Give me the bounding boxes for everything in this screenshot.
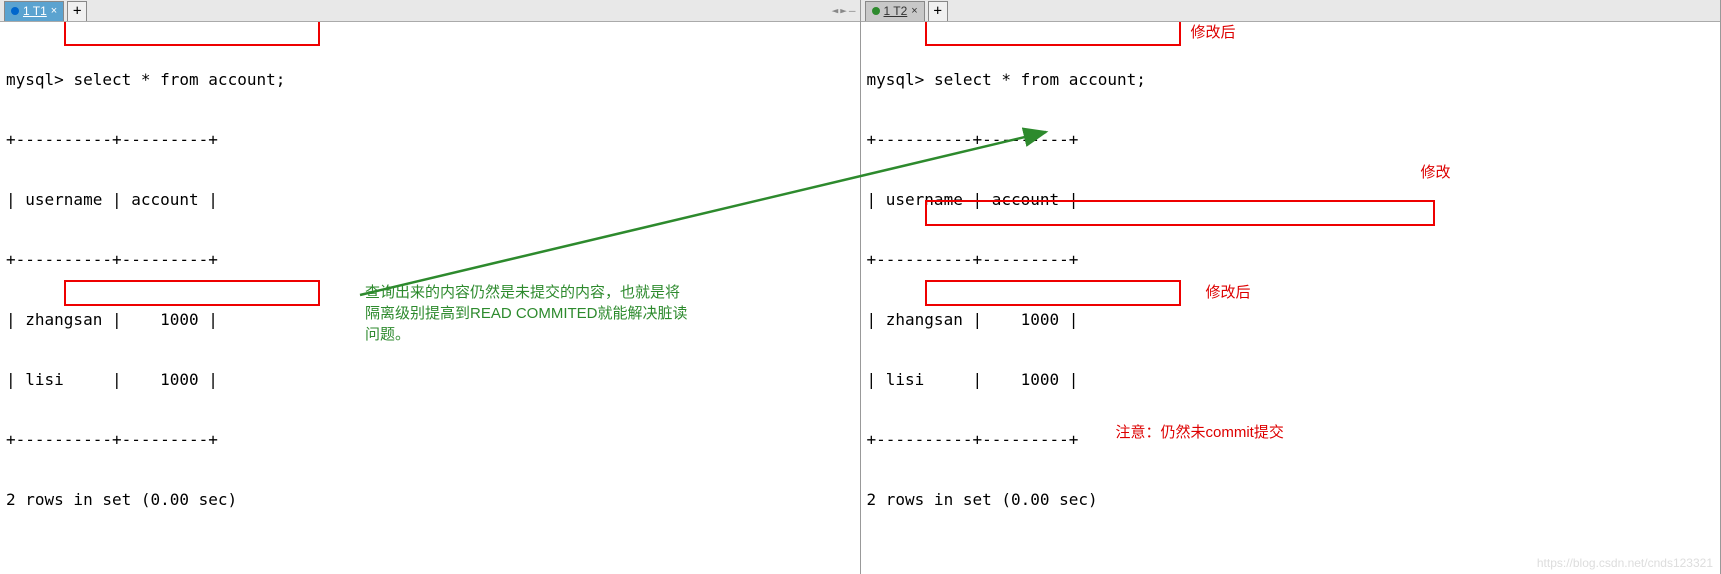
nav-arrows: ◄ ► – xyxy=(832,4,856,17)
highlight-box xyxy=(925,22,1181,46)
tab-dot-icon xyxy=(872,7,880,15)
right-pane: 1 T2 × + mysql> select * from account; +… xyxy=(861,0,1721,574)
table-row: | lisi | 1000 | xyxy=(6,370,854,390)
close-icon[interactable]: × xyxy=(911,5,917,17)
tab-dot-icon xyxy=(11,7,19,15)
prompt: mysql> xyxy=(6,70,64,89)
query-text: select * from account; xyxy=(934,70,1146,89)
table-divider: +----------+---------+ xyxy=(867,250,1715,270)
annotation-red: 修改后 xyxy=(1191,24,1236,43)
table-header: | username | account | xyxy=(6,190,854,210)
annotation-red: 修改 xyxy=(1421,164,1451,183)
table-row: | lisi | 1000 | xyxy=(867,370,1715,390)
annotation-red: 修改后 xyxy=(1206,284,1251,303)
table-divider: +----------+---------+ xyxy=(6,250,854,270)
left-pane: 1 T1 × + ◄ ► – mysql> select * from acco… xyxy=(0,0,861,574)
table-divider: +----------+---------+ xyxy=(867,430,1715,450)
highlight-box xyxy=(64,280,320,306)
tab-label: 1 T1 xyxy=(23,4,47,18)
new-tab-button[interactable]: + xyxy=(928,1,948,21)
highlight-box xyxy=(925,280,1181,306)
table-header: | username | account | xyxy=(867,190,1715,210)
annotation-red: 注意：仍然未commit提交 xyxy=(1116,424,1284,443)
query-text: select * from account; xyxy=(73,70,285,89)
tab-t1[interactable]: 1 T1 × xyxy=(4,1,64,21)
tab-label: 1 T2 xyxy=(884,4,908,18)
result-footer: 2 rows in set (0.00 sec) xyxy=(867,490,1715,510)
annotation-green: 查询出来的内容仍然是未提交的内容，也就是将 隔离级别提高到READ COMMIT… xyxy=(365,282,688,345)
table-divider: +----------+---------+ xyxy=(867,130,1715,150)
prompt: mysql> xyxy=(867,70,925,89)
left-terminal[interactable]: mysql> select * from account; +---------… xyxy=(0,22,860,574)
watermark: https://blog.csdn.net/cnds123321 xyxy=(1537,556,1713,570)
close-icon[interactable]: × xyxy=(51,5,57,17)
next-tab-icon[interactable]: ► xyxy=(840,4,847,17)
left-tabbar: 1 T1 × + ◄ ► – xyxy=(0,0,860,22)
tab-t2[interactable]: 1 T2 × xyxy=(865,1,925,21)
highlight-box xyxy=(64,22,320,46)
right-terminal[interactable]: mysql> select * from account; +---------… xyxy=(861,22,1721,574)
prev-tab-icon[interactable]: ◄ xyxy=(832,4,839,17)
table-row: | zhangsan | 1000 | xyxy=(867,310,1715,330)
minimize-icon[interactable]: – xyxy=(849,4,856,17)
table-divider: +----------+---------+ xyxy=(6,430,854,450)
right-tabbar: 1 T2 × + xyxy=(861,0,1721,22)
table-divider: +----------+---------+ xyxy=(6,130,854,150)
result-footer: 2 rows in set (0.00 sec) xyxy=(6,490,854,510)
new-tab-button[interactable]: + xyxy=(67,1,87,21)
